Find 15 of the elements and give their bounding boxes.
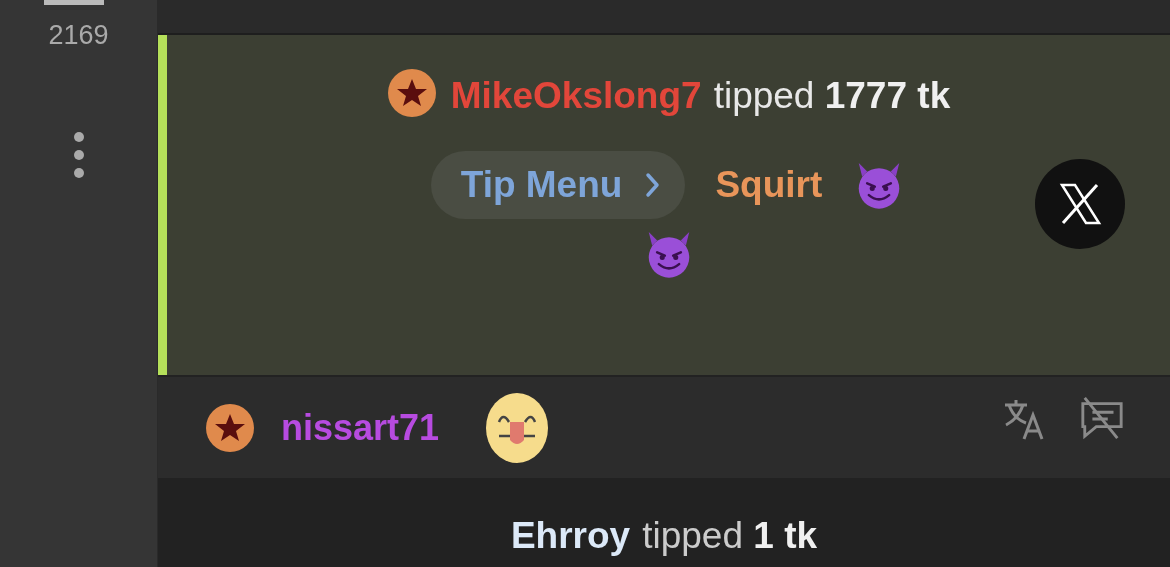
chevron-icon (644, 172, 662, 198)
tip-menu-button[interactable]: Tip Menu (430, 151, 686, 219)
username[interactable]: Ehrroy (510, 515, 631, 556)
viewer-count: 2169 (48, 20, 109, 51)
menu-icon[interactable] (73, 132, 84, 178)
tip-text: tipped 1777 tk (713, 75, 951, 116)
star-badge-icon (386, 68, 437, 118)
star-badge-icon (205, 402, 255, 453)
sidebar-bar (44, 0, 104, 5)
chat-muted-icon[interactable] (1079, 397, 1125, 441)
tongue-face-emoji-icon (485, 391, 550, 464)
username[interactable]: nissart71 (281, 406, 440, 449)
tip-text: tipped 1 tk (642, 515, 818, 556)
x-logo-icon[interactable] (1035, 159, 1125, 249)
username[interactable]: MikeOkslong7 (450, 75, 702, 116)
